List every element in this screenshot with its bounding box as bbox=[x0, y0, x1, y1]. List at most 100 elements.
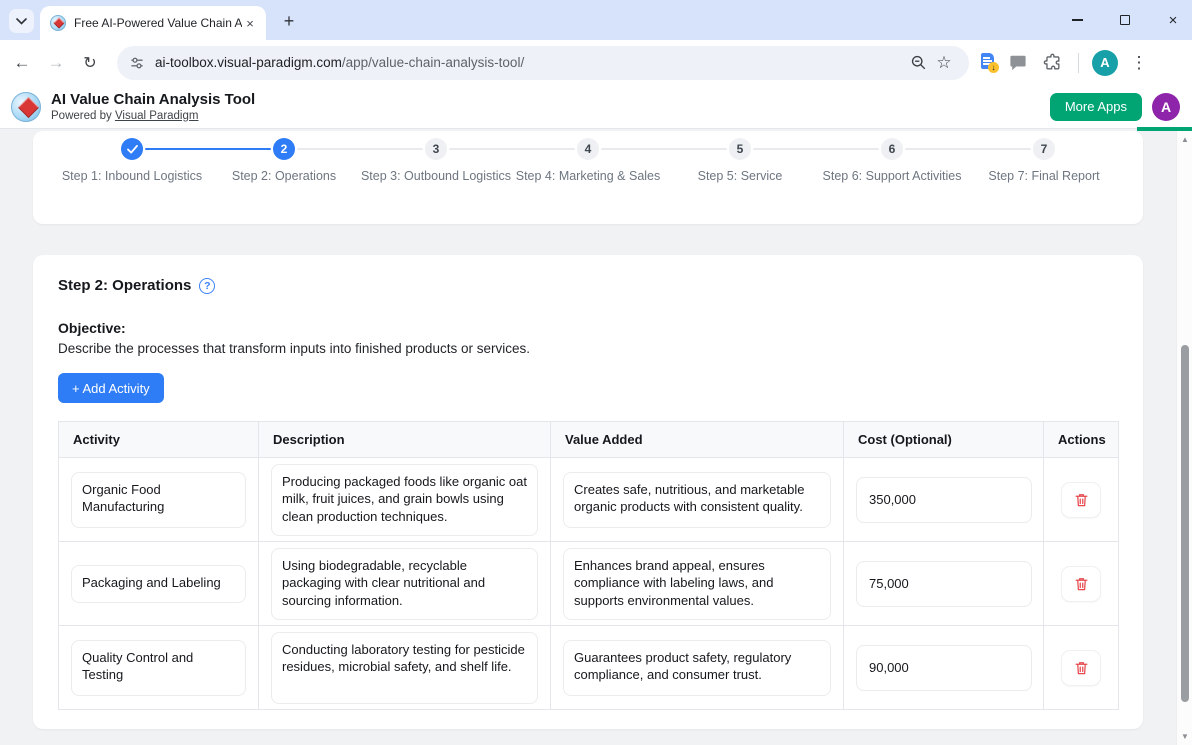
stepper-step-3[interactable]: 3 Step 3: Outbound Logistics bbox=[357, 138, 515, 185]
url-text[interactable]: ai-toolbox.visual-paradigm.com/app/value… bbox=[155, 55, 905, 70]
table-row: Organic Food Manufacturing Producing pac… bbox=[58, 457, 1119, 542]
step-label: Step 2: Operations bbox=[231, 169, 337, 183]
section-title: Step 2: Operations bbox=[58, 277, 192, 294]
delete-row-button[interactable] bbox=[1061, 481, 1101, 518]
step-number: 2 bbox=[273, 138, 295, 160]
step2-operations-card: Step 2: Operations ? Objective: Describe… bbox=[33, 255, 1143, 729]
trash-icon bbox=[1075, 577, 1087, 590]
bookmark-star-icon[interactable]: ☆ bbox=[931, 50, 957, 76]
column-header-actions: Actions bbox=[1043, 421, 1119, 458]
help-icon[interactable]: ? bbox=[199, 277, 216, 294]
download-badge-icon: ↓ bbox=[988, 62, 999, 73]
scroll-down-icon[interactable]: ▼ bbox=[1177, 729, 1192, 743]
user-avatar[interactable]: A bbox=[1152, 92, 1180, 121]
app-titles: AI Value Chain Analysis Tool Powered by … bbox=[51, 91, 255, 123]
browser-titlebar: Free AI-Powered Value Chain An × + × bbox=[0, 0, 1192, 40]
step-number: 5 bbox=[729, 138, 751, 160]
url-domain: ai-toolbox.visual-paradigm.com bbox=[155, 55, 342, 70]
comment-bubble-icon[interactable] bbox=[1006, 51, 1030, 75]
description-input[interactable]: Using biodegradable, recyclable packagin… bbox=[271, 547, 538, 620]
step-number: 4 bbox=[577, 138, 599, 160]
stepper-step-7[interactable]: 7 Step 7: Final Report bbox=[965, 138, 1123, 185]
chevron-down-icon bbox=[16, 17, 27, 25]
column-header-description: Description bbox=[258, 421, 551, 458]
browser-menu-icon[interactable]: ⋮ bbox=[1127, 51, 1151, 75]
delete-row-button[interactable] bbox=[1061, 565, 1101, 602]
activity-input[interactable]: Organic Food Manufacturing bbox=[71, 471, 246, 528]
url-path: /app/value-chain-analysis-tool/ bbox=[341, 55, 525, 70]
value-added-input[interactable]: Creates safe, nutritious, and marketable… bbox=[563, 471, 831, 528]
header-accent-strip bbox=[1137, 127, 1192, 131]
description-input[interactable]: Conducting laboratory testing for pestic… bbox=[271, 631, 538, 704]
minimize-icon bbox=[1071, 19, 1083, 21]
activity-input[interactable]: Quality Control and Testing bbox=[71, 639, 246, 696]
site-favicon-icon bbox=[50, 15, 66, 31]
objective-label: Objective: bbox=[58, 320, 126, 336]
delete-row-button[interactable] bbox=[1061, 649, 1101, 686]
app-title: AI Value Chain Analysis Tool bbox=[51, 90, 256, 108]
stepper-step-2[interactable]: 2 Step 2: Operations bbox=[205, 138, 363, 185]
window-controls: × bbox=[1068, 0, 1182, 40]
step-label: Step 6: Support Activities bbox=[822, 169, 962, 183]
column-header-cost: Cost (Optional) bbox=[843, 421, 1044, 458]
maximize-button[interactable] bbox=[1116, 11, 1134, 29]
tab-close-icon[interactable]: × bbox=[242, 15, 258, 31]
visual-paradigm-link[interactable]: Visual Paradigm bbox=[115, 110, 199, 122]
docs-offline-extension-icon[interactable]: ↓ bbox=[981, 53, 999, 73]
add-activity-button[interactable]: + Add Activity bbox=[58, 373, 164, 403]
close-window-button[interactable]: × bbox=[1164, 11, 1182, 29]
value-added-input[interactable]: Enhances brand appeal, ensures complianc… bbox=[563, 547, 831, 620]
step-label: Step 7: Final Report bbox=[988, 169, 1100, 183]
minimize-button[interactable] bbox=[1068, 11, 1086, 29]
stepper-step-4[interactable]: 4 Step 4: Marketing & Sales bbox=[509, 138, 667, 185]
tab-search-button[interactable] bbox=[9, 9, 34, 33]
activity-input[interactable]: Packaging and Labeling bbox=[71, 564, 246, 603]
new-tab-button[interactable]: + bbox=[278, 10, 300, 32]
more-apps-button[interactable]: More Apps bbox=[1049, 92, 1142, 121]
reload-icon[interactable]: ↻ bbox=[76, 49, 104, 77]
stepper-card: Step 1: Inbound Logistics 2 Step 2: Oper… bbox=[33, 131, 1143, 224]
page-background: Step 1: Inbound Logistics 2 Step 2: Oper… bbox=[0, 129, 1192, 745]
page-scrollbar[interactable]: ▲ ▼ bbox=[1176, 130, 1192, 745]
trash-icon bbox=[1075, 661, 1087, 674]
cost-input[interactable] bbox=[856, 476, 1032, 523]
step-number: 3 bbox=[425, 138, 447, 160]
table-row: Packaging and Labeling Using biodegradab… bbox=[58, 541, 1119, 626]
objective-text: Describe the processes that transform in… bbox=[58, 341, 530, 356]
back-icon[interactable]: ← bbox=[8, 49, 36, 77]
step-number: 6 bbox=[881, 138, 903, 160]
step-label: Step 1: Inbound Logistics bbox=[61, 169, 203, 183]
step-label: Step 3: Outbound Logistics bbox=[360, 169, 512, 183]
table-row: Quality Control and Testing Conducting l… bbox=[58, 625, 1119, 710]
browser-tab[interactable]: Free AI-Powered Value Chain An × bbox=[40, 6, 266, 40]
extensions-area: ↓ A ⋮ bbox=[981, 49, 1151, 76]
column-header-value-added: Value Added bbox=[550, 421, 844, 458]
cost-input[interactable] bbox=[856, 560, 1032, 607]
app-header: AI Value Chain Analysis Tool Powered by … bbox=[0, 85, 1192, 129]
site-settings-icon[interactable] bbox=[129, 55, 145, 71]
description-input[interactable]: Producing packaged foods like organic oa… bbox=[271, 463, 538, 536]
app-logo-icon bbox=[11, 91, 41, 122]
tab-title: Free AI-Powered Value Chain An bbox=[74, 16, 242, 30]
address-bar[interactable]: ai-toolbox.visual-paradigm.com/app/value… bbox=[117, 45, 969, 80]
maximize-icon bbox=[1120, 15, 1130, 25]
forward-icon[interactable]: → bbox=[42, 49, 70, 77]
cost-input[interactable] bbox=[856, 644, 1032, 691]
step-number: 7 bbox=[1033, 138, 1055, 160]
stepper-step-5[interactable]: 5 Step 5: Service bbox=[661, 138, 819, 185]
trash-icon bbox=[1075, 493, 1087, 506]
activities-table: Activity Description Value Added Cost (O… bbox=[58, 421, 1119, 710]
extensions-puzzle-icon[interactable] bbox=[1039, 50, 1065, 76]
toolbar-divider bbox=[1078, 52, 1079, 73]
powered-by-text: Powered by bbox=[51, 109, 115, 122]
stepper-step-6[interactable]: 6 Step 6: Support Activities bbox=[813, 138, 971, 185]
app-subtitle: Powered by Visual Paradigm bbox=[51, 109, 255, 123]
scrollbar-thumb[interactable] bbox=[1181, 345, 1189, 702]
browser-profile-avatar[interactable]: A bbox=[1092, 49, 1118, 76]
stepper-step-1[interactable]: Step 1: Inbound Logistics bbox=[53, 138, 211, 185]
step-label: Step 4: Marketing & Sales bbox=[515, 169, 661, 183]
table-header-row: Activity Description Value Added Cost (O… bbox=[58, 421, 1119, 458]
scroll-up-icon[interactable]: ▲ bbox=[1177, 132, 1192, 146]
zoom-out-icon[interactable] bbox=[905, 50, 931, 76]
value-added-input[interactable]: Guarantees product safety, regulatory co… bbox=[563, 639, 831, 696]
